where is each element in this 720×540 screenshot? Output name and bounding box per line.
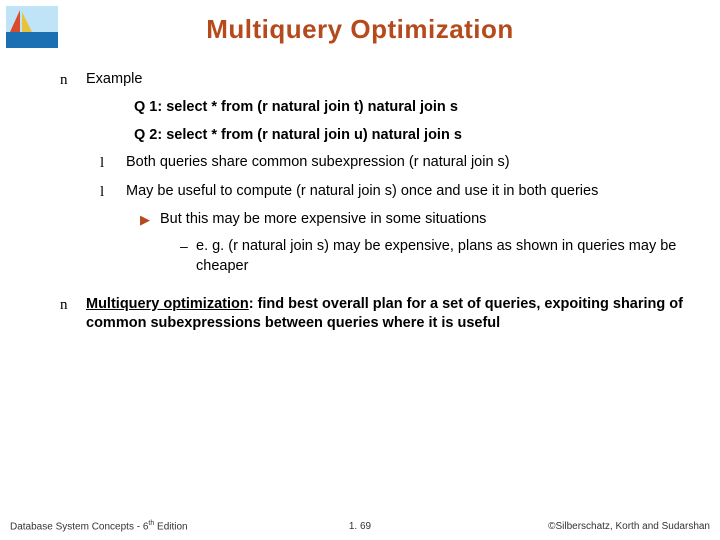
footer-edition-suffix: Edition xyxy=(154,521,187,532)
list-item: – e. g. (r natural join s) may be expens… xyxy=(60,237,690,276)
dash-bullet-icon: – xyxy=(180,237,196,276)
list-item: l Both queries share common subexpressio… xyxy=(60,153,690,173)
footer-edition-prefix: Database System Concepts - 6 xyxy=(10,521,148,532)
slide-thumbnail-image xyxy=(6,6,58,48)
bullet-l-icon: l xyxy=(100,153,126,173)
bullet-n-icon: n xyxy=(60,295,86,334)
slide-body: n Example Q 1: select * from (r natural … xyxy=(60,70,690,342)
bullet-l-icon: l xyxy=(100,182,126,202)
subsubpoint-text: But this may be more expensive in some s… xyxy=(160,210,486,230)
query-2-text: Q 2: select * from (r natural join u) na… xyxy=(60,126,690,146)
subpoint-text: May be useful to compute (r natural join… xyxy=(126,182,598,202)
list-item: n Multiquery optimization: find best ove… xyxy=(60,295,690,334)
subsubsubpoint-text: e. g. (r natural join s) may be expensiv… xyxy=(196,237,690,276)
slide-title: Multiquery Optimization xyxy=(0,0,720,45)
list-item: ▶ But this may be more expensive in some… xyxy=(60,210,690,230)
query-1-text: Q 1: select * from (r natural join t) na… xyxy=(60,98,690,118)
arrow-bullet-icon: ▶ xyxy=(140,210,160,230)
bullet-n-icon: n xyxy=(60,70,86,90)
example-label: Example xyxy=(86,70,142,90)
mqo-definition: Multiquery optimization: find best overa… xyxy=(86,295,690,334)
list-item: n Example xyxy=(60,70,690,90)
subpoint-text: Both queries share common subexpression … xyxy=(126,153,510,173)
footer-left: Database System Concepts - 6th Edition xyxy=(10,520,188,532)
list-item: l May be useful to compute (r natural jo… xyxy=(60,182,690,202)
mqo-term: Multiquery optimization xyxy=(86,296,249,312)
footer-page-number: 1. 69 xyxy=(349,521,371,532)
footer-copyright: ©Silberschatz, Korth and Sudarshan xyxy=(548,521,710,532)
